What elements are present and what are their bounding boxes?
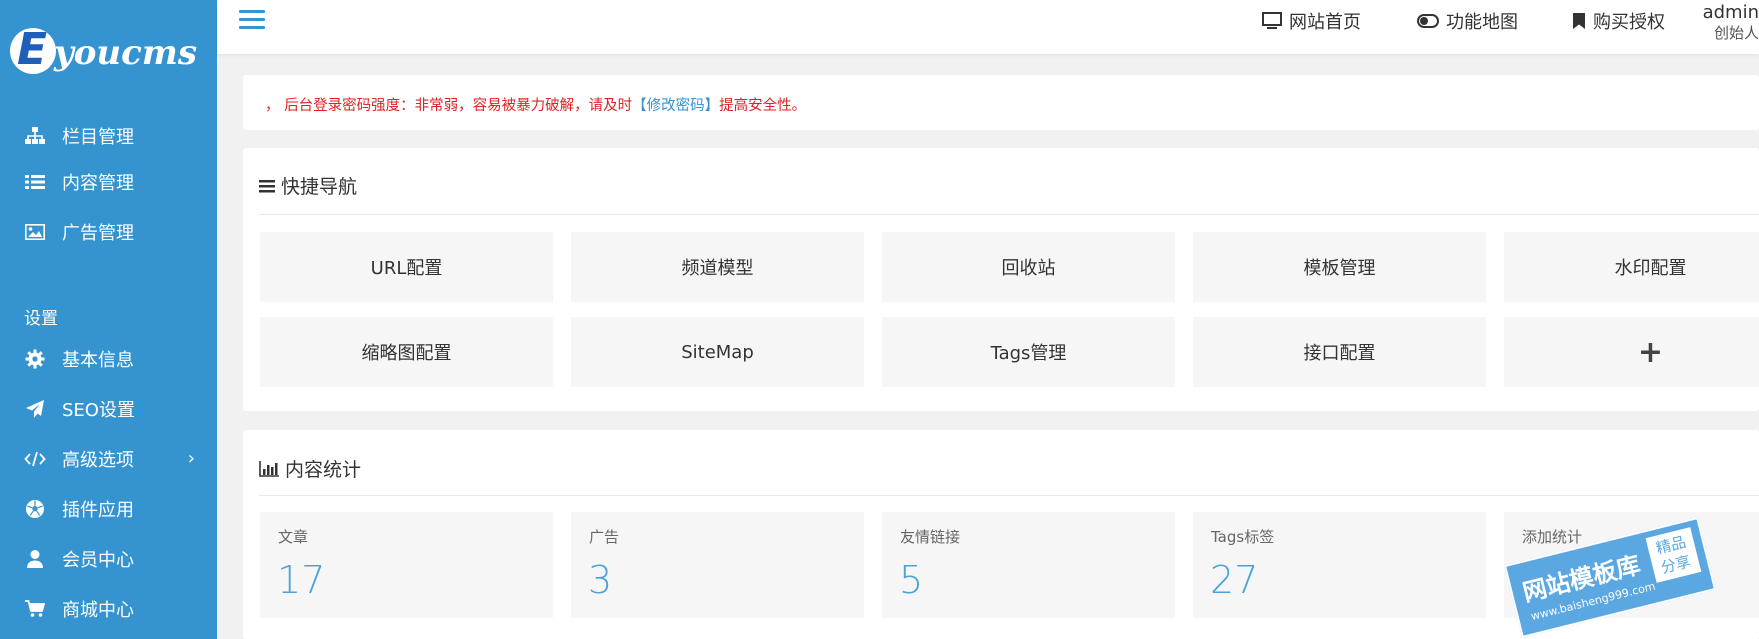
site-home-label: 网站首页	[1289, 12, 1361, 33]
sidebar-item-seo[interactable]: SEO设置	[0, 386, 217, 432]
sidebar-item-ads[interactable]: 广告管理	[0, 209, 217, 255]
sidebar-item-columns[interactable]: 栏目管理	[0, 113, 217, 159]
stat-card-links[interactable]: 友情链接 5	[882, 512, 1175, 618]
quick-nav-add-button[interactable]: +	[1504, 317, 1759, 387]
user-menu[interactable]: admin 创始人	[1679, 2, 1759, 43]
stat-label: 友情链接	[900, 528, 961, 546]
sidebar-item-content[interactable]: 内容管理	[0, 159, 217, 205]
quick-nav-template-manage[interactable]: 模板管理	[1193, 232, 1486, 302]
monitor-icon	[1262, 12, 1282, 29]
sidebar-item-label: 插件应用	[62, 500, 134, 521]
feature-map-link[interactable]: 功能地图	[1417, 8, 1518, 34]
quick-nav-api-config[interactable]: 接口配置	[1193, 317, 1486, 387]
stat-value: 3	[588, 558, 613, 602]
sidebar-item-shop[interactable]: 商城中心	[0, 586, 217, 632]
buy-license-label: 购买授权	[1593, 12, 1665, 33]
quick-nav-thumbnail-config[interactable]: 缩略图配置	[260, 317, 553, 387]
security-alert: ， 后台登录密码强度：非常弱，容易被暴力破解，请及时【修改密码】提高安全性。	[243, 75, 1759, 130]
stat-card-tags[interactable]: Tags标签 27	[1193, 512, 1486, 618]
user-role: 创始人	[1713, 24, 1759, 42]
sidebar-item-label: 内容管理	[62, 173, 134, 194]
change-password-link[interactable]: 【修改密码】	[632, 98, 719, 114]
stat-label: 文章	[278, 528, 309, 546]
stat-card-ads[interactable]: 广告 3	[571, 512, 864, 618]
feature-map-label: 功能地图	[1446, 12, 1518, 33]
gear-icon	[24, 349, 46, 369]
watermark-badge: 精品 分享	[1645, 527, 1702, 583]
sidebar-item-label: 栏目管理	[62, 127, 134, 148]
stat-card-articles[interactable]: 文章 17	[260, 512, 553, 618]
chevron-right-icon: ›	[187, 448, 195, 469]
site-home-link[interactable]: 网站首页	[1262, 8, 1361, 34]
paper-plane-icon	[24, 399, 46, 419]
sidebar-item-label: 高级选项	[62, 450, 134, 471]
code-icon	[24, 449, 46, 469]
soccer-ball-icon	[24, 499, 46, 519]
list-icon	[24, 172, 46, 192]
logo-mark: E	[10, 24, 56, 75]
menu-toggle-icon[interactable]	[239, 10, 265, 30]
sidebar-item-label: SEO设置	[62, 400, 135, 421]
stat-value: 5	[899, 558, 924, 602]
sidebar-section-settings: 设置	[24, 309, 58, 329]
top-bar: 网站首页 功能地图 购买授权 admin 创始人	[217, 0, 1759, 54]
alert-message: ， 后台登录密码强度：非常弱，容易被暴力破解，请及时【修改密码】提高安全性。	[265, 98, 807, 114]
user-icon	[24, 549, 46, 569]
stat-label: Tags标签	[1211, 528, 1275, 546]
user-name: admin	[1702, 2, 1759, 23]
divider	[259, 214, 1759, 215]
stat-label: 广告	[589, 528, 620, 546]
sidebar-item-label: 商城中心	[62, 600, 134, 621]
sidebar-item-members[interactable]: 会员中心	[0, 536, 217, 582]
divider	[259, 495, 1759, 496]
stat-label: 添加统计	[1522, 528, 1583, 546]
content-stats-title: 内容统计	[259, 455, 361, 482]
logo[interactable]: E youcms	[10, 24, 210, 78]
sidebar-item-basic-info[interactable]: 基本信息	[0, 336, 217, 382]
quick-nav-watermark-config[interactable]: 水印配置	[1504, 232, 1759, 302]
quick-nav-sitemap[interactable]: SiteMap	[571, 317, 864, 387]
cart-icon	[24, 599, 46, 619]
sidebar-item-advanced[interactable]: 高级选项 ›	[0, 436, 217, 482]
quick-nav-channel-model[interactable]: 频道模型	[571, 232, 864, 302]
sidebar-item-label: 广告管理	[62, 223, 134, 244]
sidebar-item-label: 基本信息	[62, 350, 134, 371]
bookmark-icon	[1573, 13, 1585, 29]
sidebar: E youcms 栏目管理 内容管理 广告管理 设置 基本信息 SEO设置 高级…	[0, 0, 217, 639]
quick-nav-url-config[interactable]: URL配置	[260, 232, 553, 302]
bars-icon	[259, 179, 275, 192]
image-icon	[24, 222, 46, 242]
stat-value: 27	[1210, 558, 1259, 602]
quick-nav-tags-manage[interactable]: Tags管理	[882, 317, 1175, 387]
buy-license-link[interactable]: 购买授权	[1572, 8, 1665, 34]
bar-chart-icon	[259, 460, 279, 477]
quick-nav-title: 快捷导航	[259, 172, 357, 199]
stat-value: 17	[277, 558, 326, 602]
toggle-icon	[1417, 14, 1439, 28]
logo-text: youcms	[54, 33, 197, 73]
sitemap-icon	[24, 126, 46, 146]
quick-nav-recycle-bin[interactable]: 回收站	[882, 232, 1175, 302]
sidebar-item-label: 会员中心	[62, 550, 134, 571]
quick-nav-panel: 快捷导航 URL配置 频道模型 回收站 模板管理 水印配置 缩略图配置 Site…	[243, 148, 1759, 411]
sidebar-item-plugins[interactable]: 插件应用	[0, 486, 217, 532]
